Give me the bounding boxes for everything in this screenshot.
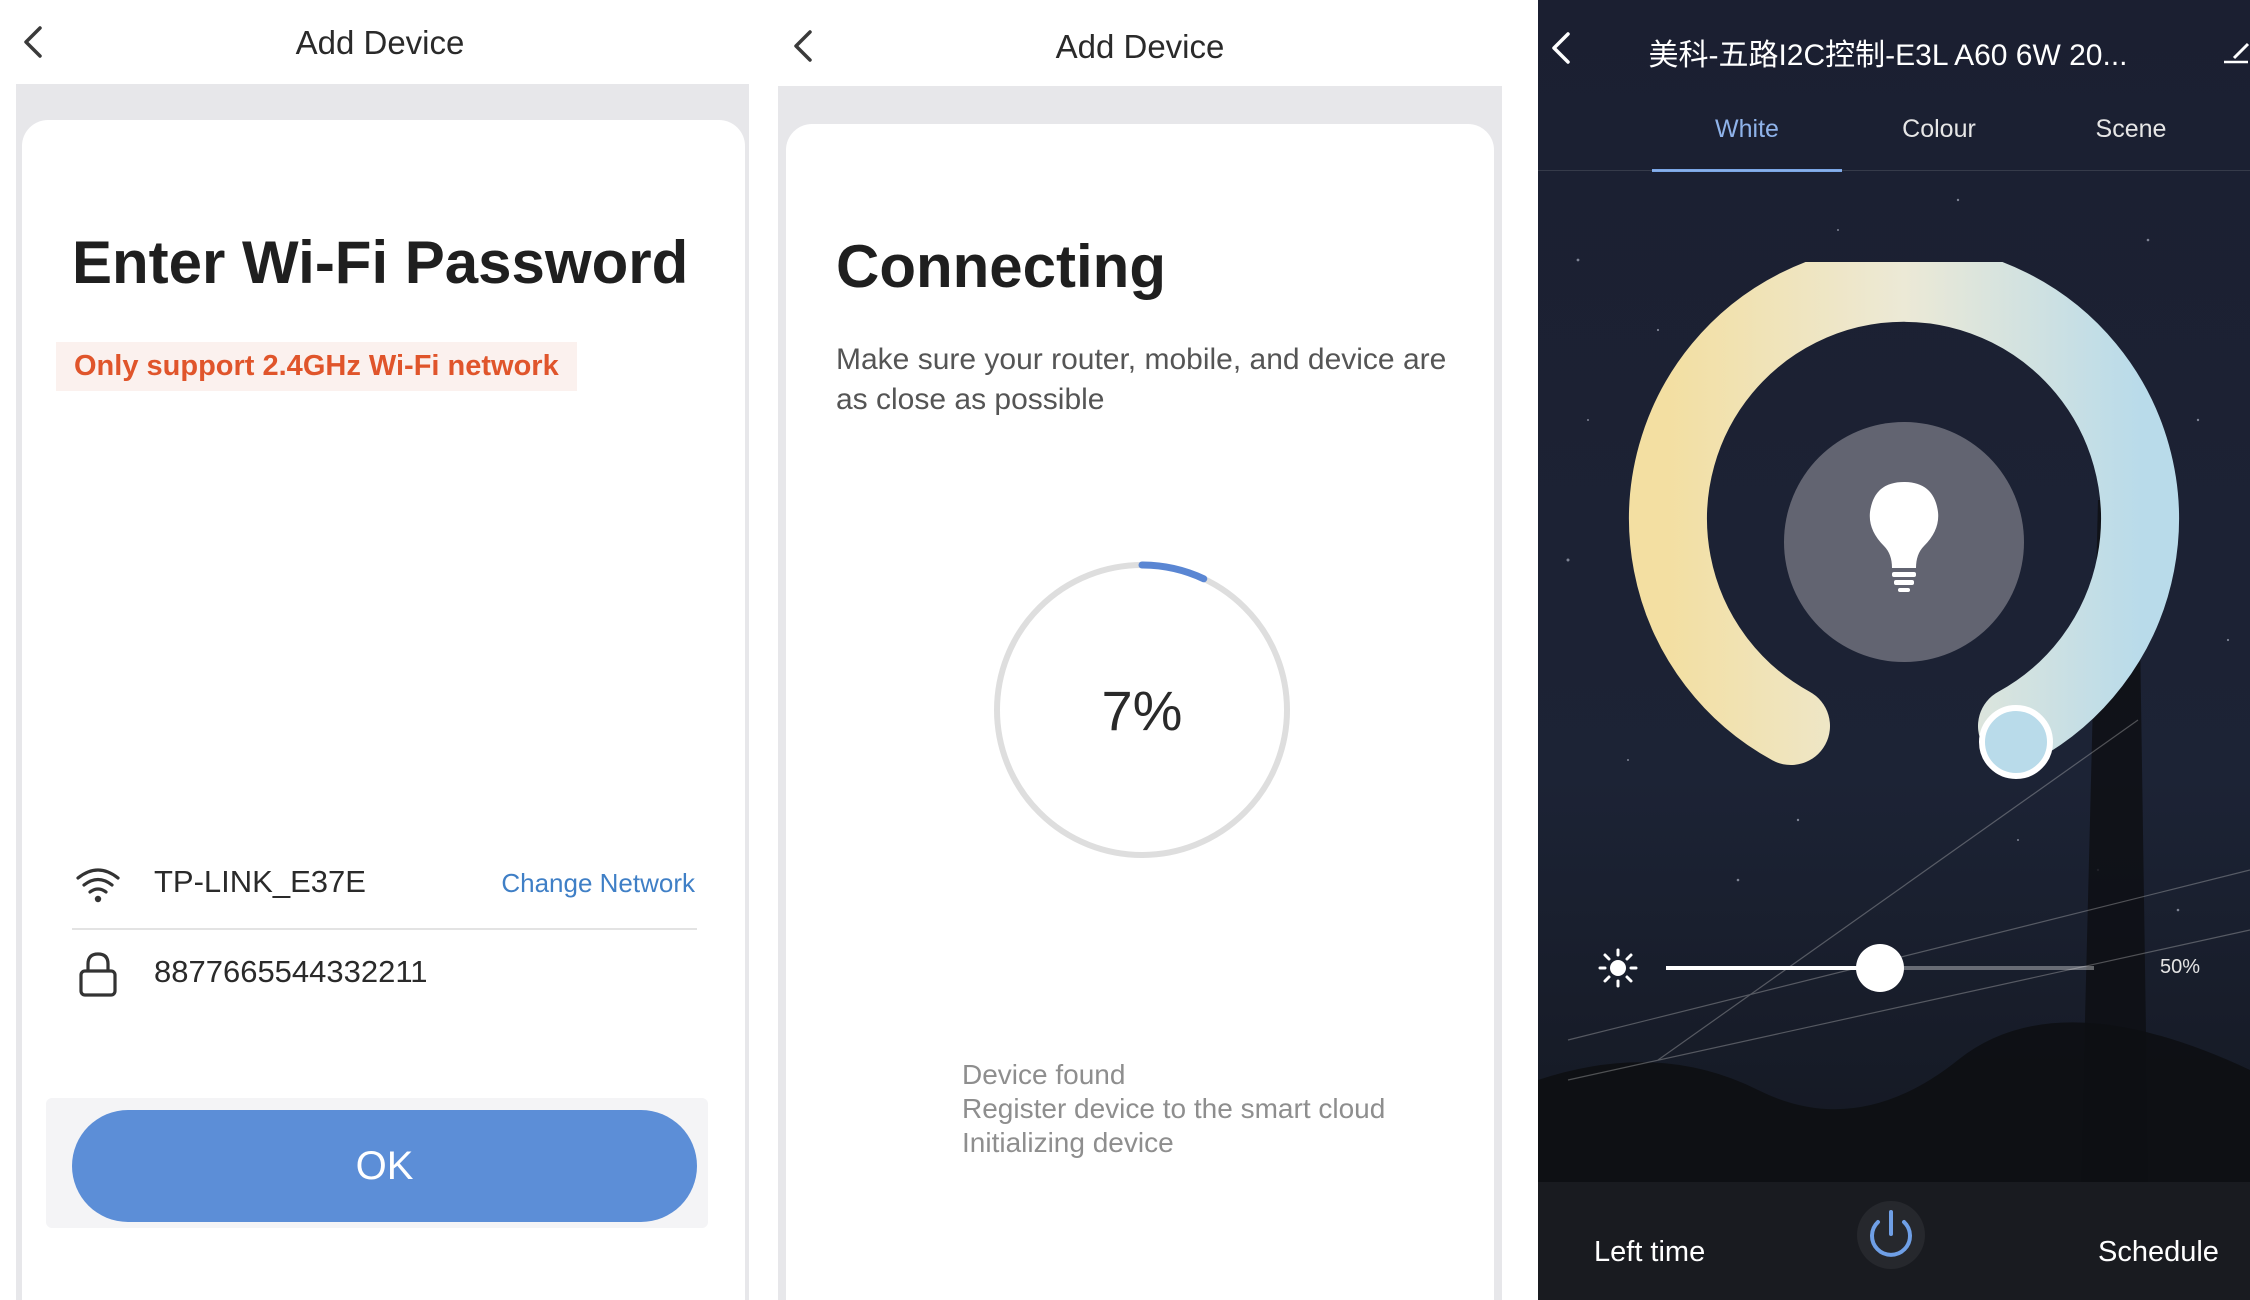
color-temperature-dial[interactable]: [1624, 262, 2184, 822]
lock-icon: [79, 952, 117, 997]
power-icon[interactable]: [1856, 1200, 1926, 1270]
nav-title: Add Device: [1055, 28, 1225, 65]
mode-tabs: White Colour Scene: [1612, 108, 2212, 172]
status-step: Device found: [962, 1059, 1126, 1090]
edit-icon[interactable]: [2220, 36, 2250, 66]
tab-white[interactable]: White: [1652, 108, 1842, 172]
back-icon[interactable]: [14, 22, 54, 62]
wifi-icon: [76, 868, 120, 903]
temperature-thumb[interactable]: [1979, 705, 2053, 779]
nav-title: Add Device: [295, 24, 465, 61]
left-time-button[interactable]: Left time: [1594, 1236, 1705, 1269]
light-control-screen: 美科-五路I2C控制-E3L A60 6W 20... White Colour…: [1538, 0, 2250, 1300]
sun-icon: [1598, 948, 1638, 988]
brightness-percent: 50%: [2160, 956, 2201, 978]
ok-button[interactable]: OK: [72, 1110, 697, 1222]
change-network-link[interactable]: Change Network: [501, 868, 695, 899]
status-steps: Device found Register device to the smar…: [962, 1058, 1385, 1160]
tab-divider: [1538, 170, 2250, 171]
tab-scene[interactable]: Scene: [2036, 108, 2226, 172]
status-step: Register device to the smart cloud: [962, 1093, 1386, 1124]
page-title: Enter Wi-Fi Password: [72, 229, 689, 296]
progress-percent: 7%: [1101, 678, 1183, 742]
network-warning: Only support 2.4GHz Wi-Fi network: [56, 342, 577, 391]
page-title: Connecting: [836, 233, 1166, 300]
brightness-slider[interactable]: [1598, 938, 2198, 998]
instructions: Make sure your router, mobile, and devic…: [836, 343, 1447, 416]
password-row[interactable]: 8877665544332211: [72, 940, 697, 1010]
nav-bar: Add Device: [0, 0, 760, 84]
back-icon[interactable]: [784, 26, 824, 66]
back-icon[interactable]: [1542, 28, 1582, 68]
wifi-network-row: TP-LINK_E37E Change Network: [72, 850, 697, 930]
tab-colour[interactable]: Colour: [1844, 108, 2034, 172]
wifi-password-screen: Add Device Enter Wi-Fi Password Only sup…: [0, 0, 760, 1300]
connecting-screen: Add Device Connecting Make sure your rou…: [770, 0, 1510, 1300]
device-title: 美科-五路I2C控制-E3L A60 6W 20...: [1648, 39, 2128, 72]
status-step: Initializing device: [962, 1127, 1174, 1158]
schedule-button[interactable]: Schedule: [2098, 1236, 2219, 1269]
network-name: TP-LINK_E37E: [154, 864, 366, 899]
password-field[interactable]: 8877665544332211: [154, 954, 428, 990]
brightness-thumb[interactable]: [1856, 944, 1904, 992]
